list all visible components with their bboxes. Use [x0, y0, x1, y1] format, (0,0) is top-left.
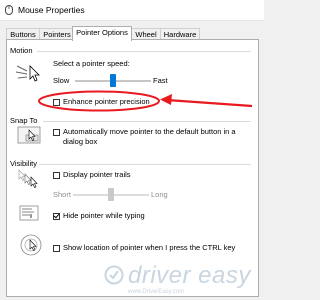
motion-group-label: Motion [10, 46, 33, 55]
snap-to-label-line2: dialog box [63, 137, 98, 146]
driver-easy-logo-icon [104, 265, 124, 285]
pointer-trails-icon [18, 169, 38, 188]
motion-divider [37, 51, 251, 52]
ctrl-location-checkbox[interactable] [53, 245, 60, 252]
snap-to-divider [43, 121, 251, 122]
snap-to-checkbox[interactable] [53, 129, 60, 136]
hide-pointer-icon [19, 205, 39, 221]
pointer-trails-checkbox[interactable] [53, 172, 60, 179]
watermark-url: www.DriverEasy.com [128, 289, 185, 295]
annotation-highlight [38, 90, 253, 112]
window-title: Mouse Properties [18, 5, 85, 15]
title-bar: Mouse Properties [0, 0, 264, 21]
pointer-speed-icon [15, 65, 40, 82]
mouse-icon [5, 5, 13, 15]
long-label: Long [151, 190, 168, 199]
short-label: Short [53, 190, 71, 199]
pointer-speed-label: Select a pointer speed: [53, 59, 130, 68]
visibility-divider [39, 164, 251, 165]
snap-to-label-line1: Automatically move pointer to the defaul… [63, 127, 236, 136]
tab-pointer-options[interactable]: Pointer Options [72, 26, 132, 41]
snap-to-group-label: Snap To [10, 116, 38, 125]
slow-label: Slow [53, 76, 70, 85]
hide-pointer-label: Hide pointer while typing [63, 211, 145, 220]
snap-to-icon [17, 126, 41, 144]
watermark-text: driver easy [128, 262, 251, 289]
pointer-location-icon [20, 234, 42, 256]
pointer-trails-label: Display pointer trails [63, 170, 131, 179]
visibility-group-label: Visibility [10, 159, 37, 168]
hide-pointer-checkbox[interactable] [53, 213, 60, 220]
fast-label: Fast [153, 76, 168, 85]
pointer-trails-slider[interactable] [108, 188, 114, 201]
ctrl-location-label: Show location of pointer when I press th… [63, 243, 236, 252]
pointer-options-panel: Motion Select a pointer speed: Slow Fast… [6, 39, 259, 297]
